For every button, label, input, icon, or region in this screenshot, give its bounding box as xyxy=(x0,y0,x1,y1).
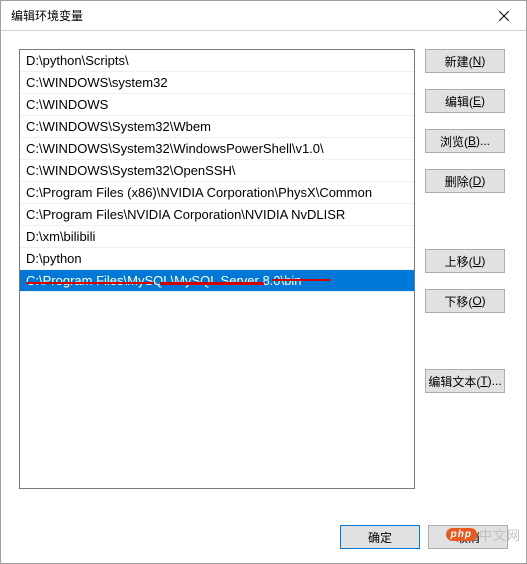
main-row: D:\python\Scripts\C:\WINDOWS\system32C:\… xyxy=(19,49,508,505)
edit-text-button[interactable]: 编辑文本(T)... xyxy=(425,369,505,393)
edit-button[interactable]: 编辑(E) xyxy=(425,89,505,113)
edit-button-label: 编辑( xyxy=(445,93,473,110)
content-area: D:\python\Scripts\C:\WINDOWS\system32C:\… xyxy=(1,31,526,515)
annotation-underline xyxy=(26,282,154,284)
move-down-button-label: 下移( xyxy=(444,293,472,310)
new-button-label: 新建( xyxy=(445,53,473,70)
annotation-underline xyxy=(272,279,330,281)
browse-button-label: 浏览( xyxy=(440,133,468,150)
list-item[interactable]: C:\WINDOWS\system32 xyxy=(20,72,414,94)
side-button-column: 新建(N) 编辑(E) 浏览(B)... 删除(D) 上移(U) xyxy=(425,49,505,505)
move-up-button[interactable]: 上移(U) xyxy=(425,249,505,273)
list-item[interactable]: D:\xm\bilibili xyxy=(20,226,414,248)
move-up-button-label: 上移( xyxy=(445,253,473,270)
edit-text-button-label: 编辑文本( xyxy=(428,373,480,390)
dialog-footer: 确定 取消 xyxy=(1,515,526,563)
list-item[interactable]: D:\python xyxy=(20,248,414,270)
list-item[interactable]: C:\WINDOWS\System32\OpenSSH\ xyxy=(20,160,414,182)
delete-button[interactable]: 删除(D) xyxy=(425,169,505,193)
window-title: 编辑环境变量 xyxy=(11,7,83,24)
ok-button[interactable]: 确定 xyxy=(340,525,420,549)
list-item[interactable]: C:\Program Files\MySQL\MySQL Server 8.0\… xyxy=(20,270,414,292)
list-item[interactable]: C:\Program Files (x86)\NVIDIA Corporatio… xyxy=(20,182,414,204)
new-button[interactable]: 新建(N) xyxy=(425,49,505,73)
browse-button[interactable]: 浏览(B)... xyxy=(425,129,505,153)
cancel-button[interactable]: 取消 xyxy=(428,525,508,549)
close-button[interactable] xyxy=(481,1,526,31)
list-item[interactable]: D:\python\Scripts\ xyxy=(20,50,414,72)
titlebar: 编辑环境变量 xyxy=(1,1,526,31)
close-icon xyxy=(499,11,509,21)
move-down-button[interactable]: 下移(O) xyxy=(425,289,505,313)
list-item[interactable]: C:\WINDOWS\System32\WindowsPowerShell\v1… xyxy=(20,138,414,160)
annotation-underline xyxy=(160,282,264,285)
path-listbox[interactable]: D:\python\Scripts\C:\WINDOWS\system32C:\… xyxy=(19,49,415,489)
list-item[interactable]: C:\WINDOWS\System32\Wbem xyxy=(20,116,414,138)
list-item[interactable]: C:\WINDOWS xyxy=(20,94,414,116)
delete-button-label: 删除( xyxy=(445,173,473,190)
dialog-window: 编辑环境变量 D:\python\Scripts\C:\WINDOWS\syst… xyxy=(0,0,527,564)
list-item[interactable]: C:\Program Files\NVIDIA Corporation\NVID… xyxy=(20,204,414,226)
